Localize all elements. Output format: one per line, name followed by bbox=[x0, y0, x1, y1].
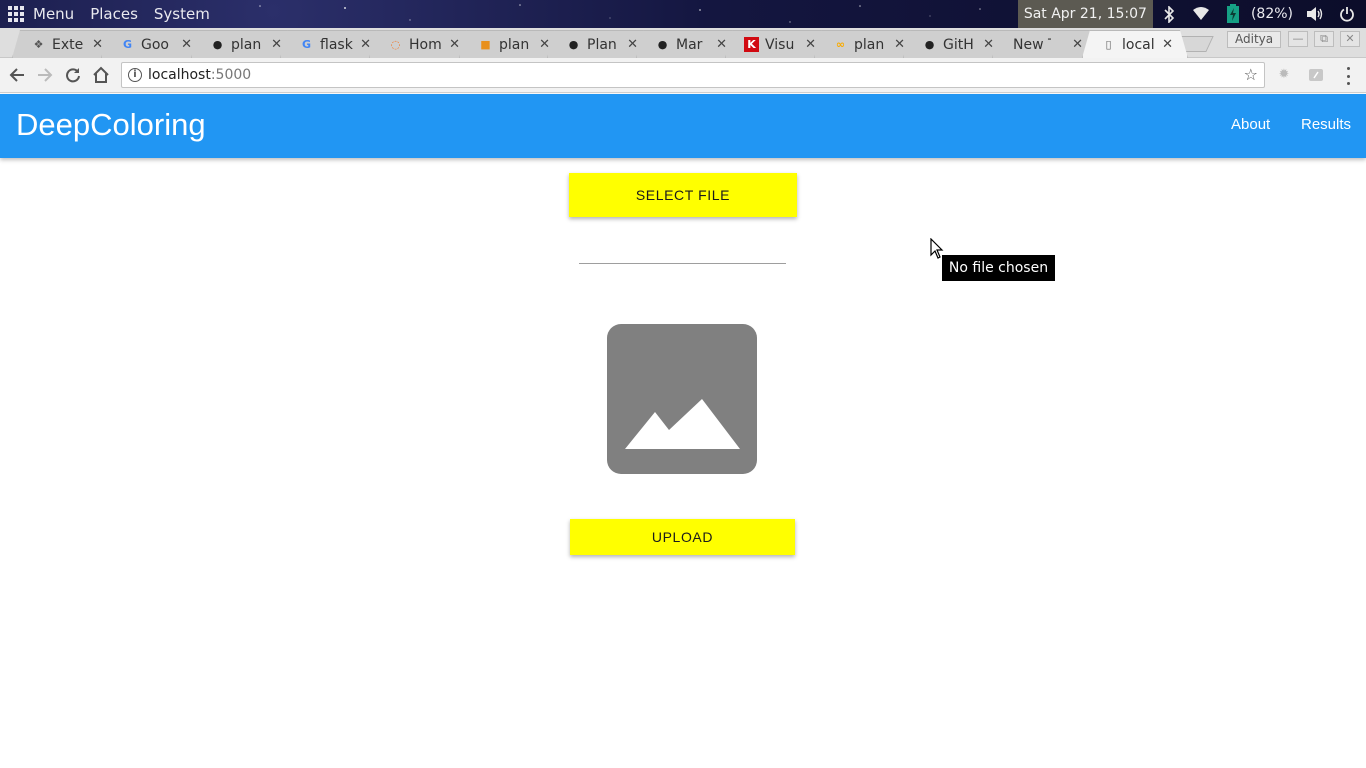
upload-button[interactable]: UPLOAD bbox=[570, 519, 795, 555]
google-icon: G bbox=[301, 38, 312, 51]
browser-tab[interactable]: ● Mar ✕ bbox=[636, 30, 742, 58]
profile-button[interactable]: Aditya bbox=[1227, 31, 1282, 48]
tab-label: Exte bbox=[52, 36, 84, 53]
browser-menu-icon[interactable] bbox=[1343, 67, 1353, 85]
maximize-icon[interactable]: ⧉ bbox=[1314, 31, 1334, 47]
colab-icon: ∞ bbox=[835, 38, 846, 51]
url-host: localhost bbox=[148, 67, 211, 83]
tab-close-icon[interactable]: ✕ bbox=[716, 37, 727, 52]
tab-close-icon[interactable]: ✕ bbox=[627, 37, 638, 52]
extension-icon-2[interactable] bbox=[1308, 67, 1324, 83]
github-icon: ● bbox=[212, 38, 223, 51]
close-window-icon[interactable]: ✕ bbox=[1340, 31, 1360, 47]
battery-icon[interactable] bbox=[1224, 4, 1242, 23]
browser-tab[interactable]: New Tal ✕ bbox=[992, 30, 1098, 58]
tab-label: plan bbox=[854, 36, 885, 53]
github-icon: ● bbox=[657, 38, 668, 51]
tab-close-icon[interactable]: ✕ bbox=[539, 37, 550, 52]
tab-close-icon[interactable]: ✕ bbox=[181, 37, 192, 52]
tab-close-icon[interactable]: ✕ bbox=[805, 37, 816, 52]
tab-label: Goo bbox=[141, 36, 169, 53]
brand-title[interactable]: DeepColoring bbox=[16, 107, 206, 143]
browser-tab[interactable]: K Visu ✕ bbox=[725, 30, 831, 58]
extension-icon[interactable]: ✹ bbox=[1276, 67, 1292, 83]
mountain-image-icon bbox=[625, 399, 740, 449]
url-port: :5000 bbox=[210, 67, 252, 83]
tab-label: plan bbox=[499, 36, 530, 53]
browser-tab[interactable]: ● plan ✕ bbox=[191, 30, 297, 58]
panel-system[interactable]: System bbox=[154, 5, 210, 23]
home-icon[interactable] bbox=[91, 65, 111, 85]
mouse-cursor-icon bbox=[930, 238, 944, 259]
tab-close-icon[interactable]: ✕ bbox=[1072, 37, 1083, 52]
tab-close-icon[interactable]: ✕ bbox=[983, 37, 994, 52]
select-file-button[interactable]: SELECT FILE bbox=[569, 173, 797, 217]
tab-close-icon[interactable]: ✕ bbox=[360, 37, 371, 52]
browser-tab[interactable]: ▯ local ✕ bbox=[1082, 30, 1188, 58]
tab-label: local bbox=[1122, 36, 1155, 53]
bluetooth-icon[interactable] bbox=[1160, 5, 1178, 23]
url-text: localhost:5000 bbox=[148, 67, 251, 83]
address-bar[interactable]: i localhost:5000 ☆ bbox=[121, 62, 1265, 88]
page-icon: ▯ bbox=[1105, 38, 1112, 51]
image-placeholder bbox=[607, 324, 757, 474]
tab-close-icon[interactable]: ✕ bbox=[271, 37, 282, 52]
browser-tab[interactable]: G Goo ✕ bbox=[101, 30, 207, 58]
tab-label: GitH bbox=[943, 36, 974, 53]
tab-close-icon[interactable]: ✕ bbox=[1162, 37, 1173, 52]
tab-label: New Tal bbox=[1013, 36, 1044, 53]
nav-results-link[interactable]: Results bbox=[1301, 116, 1351, 133]
browser-tab[interactable]: ∞ plan ✕ bbox=[814, 30, 920, 58]
k-icon: K bbox=[744, 37, 759, 52]
google-icon: G bbox=[122, 38, 133, 51]
jupyter-icon: ◌ bbox=[390, 38, 401, 51]
minimize-icon[interactable]: — bbox=[1288, 31, 1308, 47]
browser-toolbar: i localhost:5000 ☆ ✹ bbox=[0, 58, 1366, 93]
puzzle-icon: ❖ bbox=[33, 38, 44, 51]
tab-close-icon[interactable]: ✕ bbox=[92, 37, 103, 52]
menu-grid-icon[interactable] bbox=[8, 6, 24, 22]
panel-clock[interactable]: Sat Apr 21, 15:07 bbox=[1017, 0, 1153, 28]
tab-label: plan bbox=[231, 36, 262, 53]
battery-percent: (82%) bbox=[1250, 6, 1293, 22]
panel-menu[interactable]: Menu bbox=[33, 5, 74, 23]
back-icon[interactable] bbox=[7, 65, 27, 85]
reload-icon[interactable] bbox=[63, 65, 83, 85]
volume-icon[interactable] bbox=[1306, 5, 1324, 23]
nav-about-link[interactable]: About bbox=[1231, 116, 1270, 133]
book-icon: ■ bbox=[480, 38, 491, 51]
bookmark-star-icon[interactable]: ☆ bbox=[1244, 65, 1258, 84]
tab-close-icon[interactable]: ✕ bbox=[894, 37, 905, 52]
file-tooltip: No file chosen bbox=[942, 255, 1055, 281]
file-path-field[interactable] bbox=[579, 263, 786, 264]
tab-label: Plan bbox=[587, 36, 617, 53]
forward-icon[interactable] bbox=[35, 65, 55, 85]
tab-label: Hom bbox=[409, 36, 442, 53]
browser-tab[interactable]: ❖ Exte ✕ bbox=[12, 30, 118, 58]
tab-strip: ❖ Exte ✕ G Goo ✕ ● plan ✕ Gflask ✕ ◌ Hom ✕ ■ plan ✕ ● Plan… bbox=[0, 28, 1366, 58]
browser-tab[interactable]: ◌ Hom ✕ bbox=[369, 30, 475, 58]
wifi-icon[interactable] bbox=[1192, 5, 1210, 23]
browser-tab[interactable]: ● Plan ✕ bbox=[547, 30, 653, 58]
info-icon[interactable]: i bbox=[128, 68, 142, 82]
browser-tab[interactable]: ● GitH ✕ bbox=[903, 30, 1009, 58]
tab-label: Visu bbox=[765, 36, 795, 53]
power-icon[interactable] bbox=[1338, 5, 1356, 23]
panel-places[interactable]: Places bbox=[90, 5, 138, 23]
app-bar: DeepColoring About Results bbox=[0, 94, 1366, 158]
tab-label: flask bbox=[320, 36, 353, 53]
desktop-top-panel: Menu Places System Sat Apr 21, 15:07 (82… bbox=[0, 0, 1366, 28]
tab-close-icon[interactable]: ✕ bbox=[449, 37, 460, 52]
tab-label: Mar bbox=[676, 36, 703, 53]
github-icon: ● bbox=[924, 38, 935, 51]
github-icon: ● bbox=[568, 38, 579, 51]
browser-tab[interactable]: Gflask ✕ bbox=[280, 30, 386, 58]
